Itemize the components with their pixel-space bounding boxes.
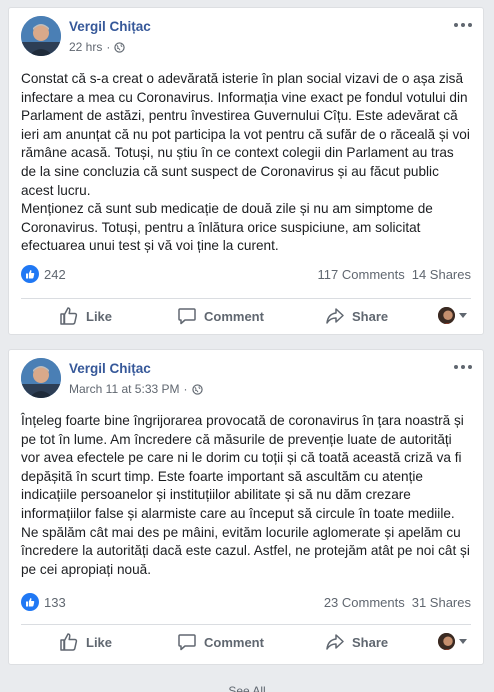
- share-count[interactable]: 31 Shares: [412, 595, 471, 610]
- like-button[interactable]: Like: [59, 632, 112, 652]
- like-reaction-icon: [21, 265, 39, 283]
- share-button[interactable]: Share: [325, 632, 388, 652]
- action-bar: Like Comment Share: [21, 299, 471, 333]
- comment-count[interactable]: 23 Comments: [324, 595, 405, 610]
- action-bar: Like Comment Share: [21, 625, 471, 659]
- more-options-icon[interactable]: [453, 18, 473, 32]
- comment-label: Comment: [204, 308, 264, 324]
- avatar[interactable]: [21, 358, 61, 398]
- post-time[interactable]: March 11 at 5:33 PM: [69, 382, 180, 396]
- post-text: Înțeleg foarte bine îngrijorarea provoca…: [21, 413, 470, 577]
- audience-selector[interactable]: [438, 307, 467, 324]
- share-button[interactable]: Share: [325, 306, 388, 326]
- profile-avatar-small: [438, 307, 455, 324]
- audience-selector[interactable]: [438, 633, 467, 650]
- chevron-down-icon: [459, 313, 467, 318]
- chevron-down-icon: [459, 639, 467, 644]
- like-label: Like: [86, 308, 113, 324]
- share-icon: [326, 308, 344, 324]
- like-label: Like: [86, 634, 113, 650]
- post-stats: 133 23 Comments 31 Shares: [21, 592, 471, 612]
- post-stats: 242 117 Comments 14 Shares: [21, 264, 471, 284]
- post-time[interactable]: 22 hrs: [69, 40, 102, 54]
- more-options-icon[interactable]: [453, 360, 473, 374]
- post-text: Constat că s-a creat o adevărată isterie…: [21, 71, 470, 254]
- like-reaction-icon: [21, 593, 39, 611]
- comment-button[interactable]: Comment: [177, 306, 264, 326]
- post-card: Vergil Chițac March 11 at 5:33 PM · Înțe…: [8, 349, 484, 665]
- share-icon: [326, 634, 344, 650]
- post-card: Vergil Chițac 22 hrs · Constat că s-a cr…: [8, 7, 484, 335]
- post-meta: March 11 at 5:33 PM ·: [69, 382, 203, 396]
- share-count[interactable]: 14 Shares: [412, 267, 471, 282]
- thumbs-up-icon: [60, 633, 78, 651]
- comment-button[interactable]: Comment: [177, 632, 264, 652]
- like-button[interactable]: Like: [59, 306, 112, 326]
- post-header: Vergil Chițac March 11 at 5:33 PM ·: [9, 350, 483, 402]
- see-all-link[interactable]: See All: [0, 684, 494, 692]
- comment-label: Comment: [204, 634, 264, 650]
- globe-icon: [191, 383, 203, 395]
- reaction-count[interactable]: 242: [44, 267, 66, 282]
- author-name[interactable]: Vergil Chițac: [69, 361, 151, 376]
- avatar[interactable]: [21, 16, 61, 56]
- share-label: Share: [352, 634, 389, 650]
- profile-avatar-small: [438, 633, 455, 650]
- post-meta: 22 hrs ·: [69, 40, 126, 54]
- comment-icon: [178, 634, 196, 651]
- share-label: Share: [352, 308, 389, 324]
- reaction-count[interactable]: 133: [44, 595, 66, 610]
- comment-icon: [178, 308, 196, 325]
- post-header: Vergil Chițac 22 hrs ·: [9, 8, 483, 60]
- thumbs-up-icon: [60, 307, 78, 325]
- comment-count[interactable]: 117 Comments: [318, 267, 405, 282]
- globe-icon: [114, 41, 126, 53]
- author-name[interactable]: Vergil Chițac: [69, 19, 151, 34]
